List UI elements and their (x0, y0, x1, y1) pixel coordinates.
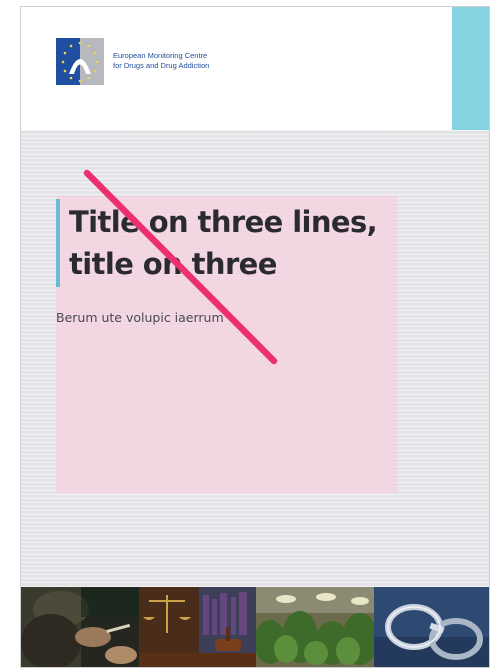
handcuffs-photo (373, 587, 489, 667)
organisation-name: European Monitoring Centre for Drugs and… (113, 51, 313, 70)
cover-header: European Monitoring Centre for Drugs and… (21, 7, 489, 130)
cover-title-line2: title on three (69, 247, 277, 281)
cover-body: Title on three lines, title on three Ber… (21, 130, 489, 587)
cover-subtitle: Berum ute volupic iaerrum (56, 310, 224, 325)
cannabis-plants-photo (256, 587, 374, 667)
cover-title: Title on three lines, title on three (69, 201, 409, 285)
title-accent-bar (56, 199, 60, 287)
court-gavel-scales-photo (138, 587, 256, 667)
emcdda-logo-icon (56, 38, 104, 85)
smoking-hands-photo (21, 587, 139, 667)
photo-strip (21, 587, 489, 667)
organisation-name-line2: for Drugs and Drug Addiction (113, 60, 210, 70)
organisation-name-line1: European Monitoring Centre (113, 51, 208, 60)
cover-title-line1: Title on three lines, (69, 205, 378, 239)
accent-strip (452, 7, 489, 130)
report-cover: European Monitoring Centre for Drugs and… (20, 6, 490, 668)
